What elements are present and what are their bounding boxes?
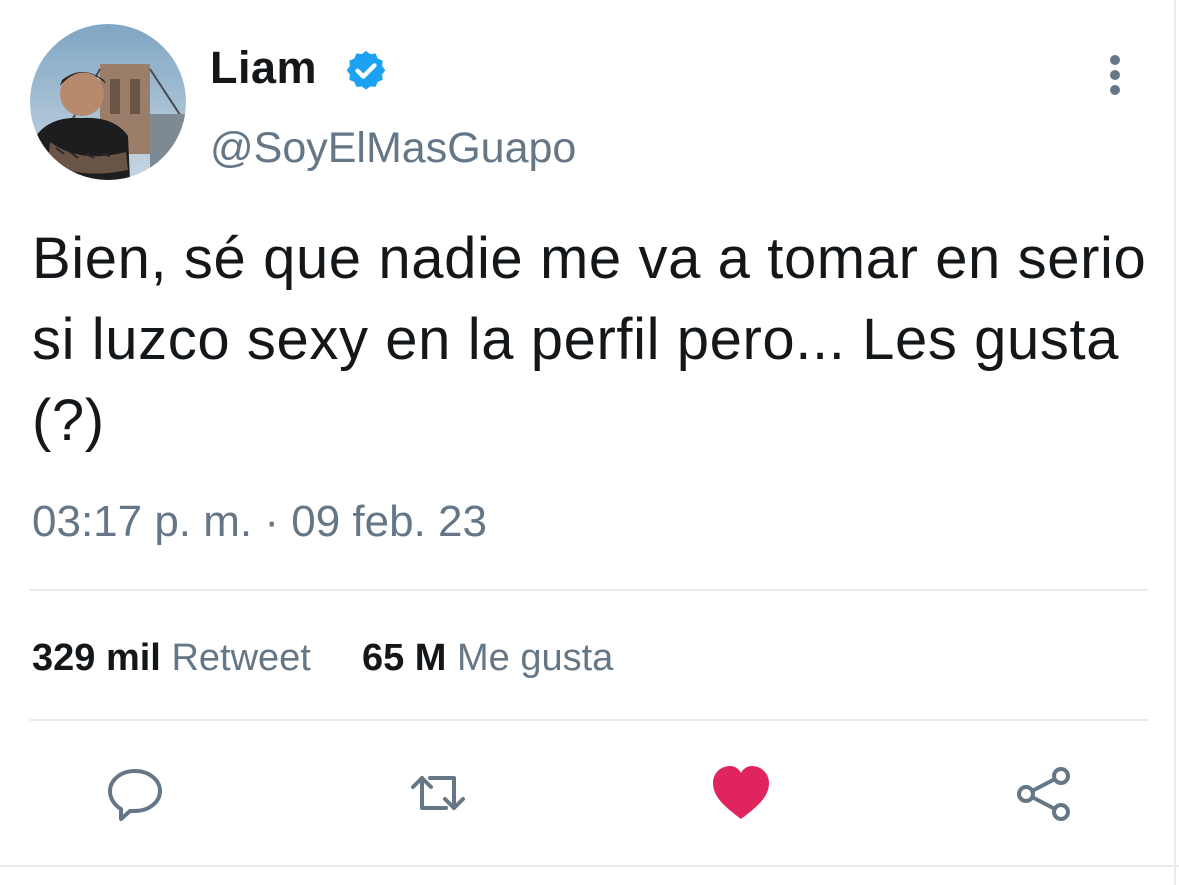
verified-badge-icon	[343, 48, 389, 94]
heart-icon	[713, 766, 769, 819]
comment-icon	[108, 769, 162, 821]
divider	[30, 589, 1148, 591]
avatar[interactable]	[30, 24, 186, 180]
author-handle[interactable]: @SoyElMasGuapo	[210, 120, 576, 176]
likes-label: Me gusta	[457, 637, 614, 679]
likes-stat[interactable]: 65 M Me gusta	[362, 637, 613, 679]
retweets-label: Retweet	[171, 637, 311, 679]
author-display-name[interactable]: Liam	[210, 38, 317, 98]
share-icon	[1017, 767, 1070, 821]
engagement-stats: 329 mil Retweet 65 M Me gusta	[32, 630, 613, 686]
tweet-timestamp[interactable]: 03:17 p. m. · 09 feb. 23	[32, 492, 487, 552]
divider	[1174, 0, 1176, 885]
retweet-button[interactable]	[408, 764, 468, 824]
retweet-icon	[411, 776, 465, 810]
tweet-text: Bien, sé que nadie me va a tomar en seri…	[32, 226, 1147, 453]
divider	[0, 865, 1179, 867]
divider	[30, 719, 1148, 721]
more-options-icon[interactable]	[1098, 50, 1132, 102]
likes-count: 65 M	[361, 637, 447, 679]
retweets-count: 329 mil	[32, 637, 161, 679]
reply-button[interactable]	[105, 764, 165, 824]
like-button[interactable]	[711, 764, 771, 824]
retweets-stat[interactable]: 329 mil Retweet	[32, 637, 321, 679]
share-button[interactable]	[1014, 764, 1074, 824]
tweet-card: Liam @SoyElMasGuapo Bien, sé que nadie m…	[0, 0, 1179, 885]
